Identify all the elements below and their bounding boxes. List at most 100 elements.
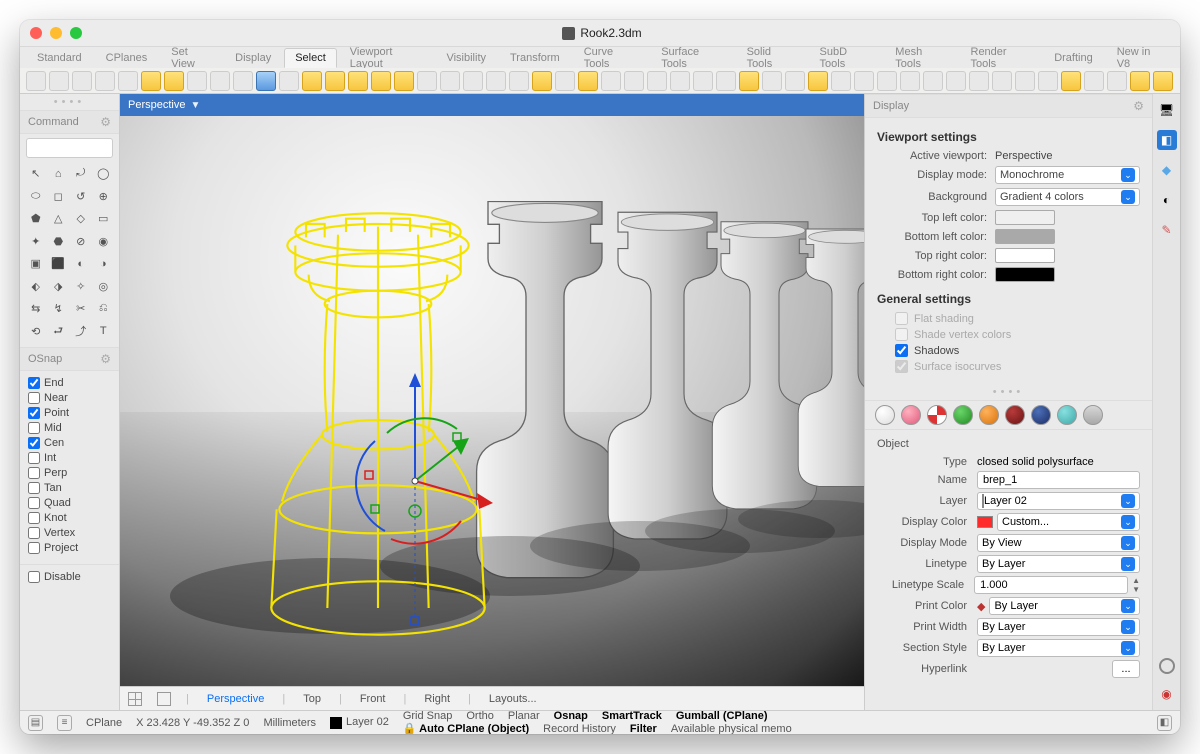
side-tool-11[interactable]: ▭ bbox=[94, 209, 114, 229]
menu-tab-visibility[interactable]: Visibility bbox=[435, 48, 497, 68]
side-tool-1[interactable]: ⌂ bbox=[49, 164, 69, 184]
side-tool-24[interactable]: ⇆ bbox=[26, 299, 46, 319]
layout-4view-icon[interactable] bbox=[128, 692, 142, 706]
side-tool-26[interactable]: ✂ bbox=[71, 299, 91, 319]
gear-icon[interactable]: ⚙ bbox=[1133, 99, 1144, 113]
side-tool-29[interactable]: ⮐ bbox=[49, 322, 69, 342]
toolbar-icon-21[interactable] bbox=[509, 71, 529, 91]
osnap-knot[interactable]: Knot bbox=[28, 512, 111, 524]
material-cyan[interactable] bbox=[1057, 405, 1077, 425]
side-tool-3[interactable]: ◯ bbox=[94, 164, 114, 184]
linetype-select[interactable]: By Layer⌄ bbox=[977, 555, 1140, 573]
toolbar-icon-48[interactable] bbox=[1130, 71, 1150, 91]
minimize-window-button[interactable] bbox=[50, 27, 62, 39]
menu-tab-cplanes[interactable]: CPlanes bbox=[95, 48, 159, 68]
toolbar-icon-18[interactable] bbox=[440, 71, 460, 91]
status-auto-cplane-object-[interactable]: 🔒 Auto CPlane (Object) bbox=[403, 723, 529, 734]
hyperlink-button[interactable]: ... bbox=[1112, 660, 1140, 678]
toolbar-icon-27[interactable] bbox=[647, 71, 667, 91]
side-tool-12[interactable]: ✦ bbox=[26, 232, 46, 252]
side-tool-31[interactable]: T bbox=[94, 322, 114, 342]
toolbar-icon-12[interactable] bbox=[302, 71, 322, 91]
side-tool-9[interactable]: △ bbox=[49, 209, 69, 229]
viewport-tab-front[interactable]: Front bbox=[354, 691, 392, 707]
toolbar-icon-8[interactable] bbox=[210, 71, 230, 91]
toolbar-icon-22[interactable] bbox=[532, 71, 552, 91]
osnap-near[interactable]: Near bbox=[28, 392, 111, 404]
toolbar-icon-10[interactable] bbox=[256, 71, 276, 91]
toolbar-icon-45[interactable] bbox=[1061, 71, 1081, 91]
toolbar-icon-20[interactable] bbox=[486, 71, 506, 91]
side-tool-5[interactable]: ◻ bbox=[49, 187, 69, 207]
side-tool-15[interactable]: ◉ bbox=[94, 232, 114, 252]
menu-tab-select[interactable]: Select bbox=[284, 48, 337, 68]
toolbar-icon-37[interactable] bbox=[877, 71, 897, 91]
panel-tab-display-icon[interactable]: 🖥 bbox=[1157, 100, 1177, 120]
statusbar-icon-2[interactable]: ≡ bbox=[57, 715, 72, 731]
toolbar-icon-46[interactable] bbox=[1084, 71, 1104, 91]
side-tool-22[interactable]: ✧ bbox=[71, 277, 91, 297]
side-tool-21[interactable]: ⬗ bbox=[49, 277, 69, 297]
surface-isocurves-check[interactable]: Surface isocurves bbox=[895, 360, 1140, 373]
gear-icon[interactable]: ⚙ bbox=[100, 115, 111, 129]
side-tool-8[interactable]: ⬟ bbox=[26, 209, 46, 229]
toolbar-icon-14[interactable] bbox=[348, 71, 368, 91]
material-navy[interactable] bbox=[1031, 405, 1051, 425]
toolbar-icon-3[interactable] bbox=[95, 71, 115, 91]
toolbar-icon-5[interactable] bbox=[141, 71, 161, 91]
toolbar-icon-13[interactable] bbox=[325, 71, 345, 91]
toolbar-icon-1[interactable] bbox=[49, 71, 69, 91]
material-darkred[interactable] bbox=[1005, 405, 1025, 425]
menu-tab-standard[interactable]: Standard bbox=[26, 48, 93, 68]
toolbar-icon-2[interactable] bbox=[72, 71, 92, 91]
menu-tab-transform[interactable]: Transform bbox=[499, 48, 571, 68]
menu-tab-display[interactable]: Display bbox=[224, 48, 282, 68]
side-tool-7[interactable]: ⊕ bbox=[94, 187, 114, 207]
side-tool-25[interactable]: ↯ bbox=[49, 299, 69, 319]
object-display-mode-select[interactable]: By View⌄ bbox=[977, 534, 1140, 552]
menu-tab-drafting[interactable]: Drafting bbox=[1043, 48, 1104, 68]
object-layer-select[interactable]: Layer 02⌄ bbox=[977, 492, 1140, 510]
material-gray-cyl[interactable] bbox=[1083, 405, 1103, 425]
toolbar-icon-28[interactable] bbox=[670, 71, 690, 91]
panel-tab-circle-icon[interactable] bbox=[1159, 658, 1175, 674]
material-green[interactable] bbox=[953, 405, 973, 425]
side-tool-23[interactable]: ◎ bbox=[94, 277, 114, 297]
stepper-up[interactable]: ▲ bbox=[1132, 576, 1140, 585]
panel-drag-handle[interactable]: •••• bbox=[865, 384, 1152, 400]
toolbar-icon-7[interactable] bbox=[187, 71, 207, 91]
cplane-label[interactable]: CPlane bbox=[86, 717, 122, 729]
panel-drag-handle[interactable]: •••• bbox=[20, 94, 119, 110]
panel-tab-render-icon[interactable]: ◐ bbox=[1157, 190, 1177, 210]
side-tool-10[interactable]: ◇ bbox=[71, 209, 91, 229]
material-red-checker[interactable] bbox=[927, 405, 947, 425]
toolbar-icon-34[interactable] bbox=[808, 71, 828, 91]
toolbar-icon-32[interactable] bbox=[762, 71, 782, 91]
side-tool-28[interactable]: ⟲ bbox=[26, 322, 46, 342]
toolbar-icon-30[interactable] bbox=[716, 71, 736, 91]
osnap-disable[interactable]: Disable bbox=[28, 571, 111, 583]
status-osnap[interactable]: Osnap bbox=[554, 710, 588, 722]
command-input[interactable] bbox=[26, 138, 113, 158]
bottom-right-color-swatch[interactable] bbox=[995, 267, 1055, 282]
status-available-physical-memo[interactable]: Available physical memo bbox=[671, 723, 792, 734]
status-filter[interactable]: Filter bbox=[630, 723, 657, 734]
viewport-tab-perspective[interactable]: Perspective bbox=[201, 691, 270, 707]
status-smarttrack[interactable]: SmartTrack bbox=[602, 710, 662, 722]
object-name-input[interactable] bbox=[977, 471, 1140, 489]
gear-icon[interactable]: ⚙ bbox=[100, 352, 111, 366]
osnap-end[interactable]: End bbox=[28, 377, 111, 389]
background-select[interactable]: Gradient 4 colors⌄ bbox=[995, 188, 1140, 206]
osnap-point[interactable]: Point bbox=[28, 407, 111, 419]
side-tool-27[interactable]: ⎌ bbox=[94, 299, 114, 319]
osnap-project[interactable]: Project bbox=[28, 542, 111, 554]
toolbar-icon-11[interactable] bbox=[279, 71, 299, 91]
side-tool-13[interactable]: ⬣ bbox=[49, 232, 69, 252]
toolbar-icon-35[interactable] bbox=[831, 71, 851, 91]
material-white[interactable] bbox=[875, 405, 895, 425]
status-ortho[interactable]: Ortho bbox=[466, 710, 494, 722]
top-right-color-swatch[interactable] bbox=[995, 248, 1055, 263]
toolbar-icon-38[interactable] bbox=[900, 71, 920, 91]
side-tool-2[interactable]: ⤾ bbox=[71, 164, 91, 184]
material-orange[interactable] bbox=[979, 405, 999, 425]
